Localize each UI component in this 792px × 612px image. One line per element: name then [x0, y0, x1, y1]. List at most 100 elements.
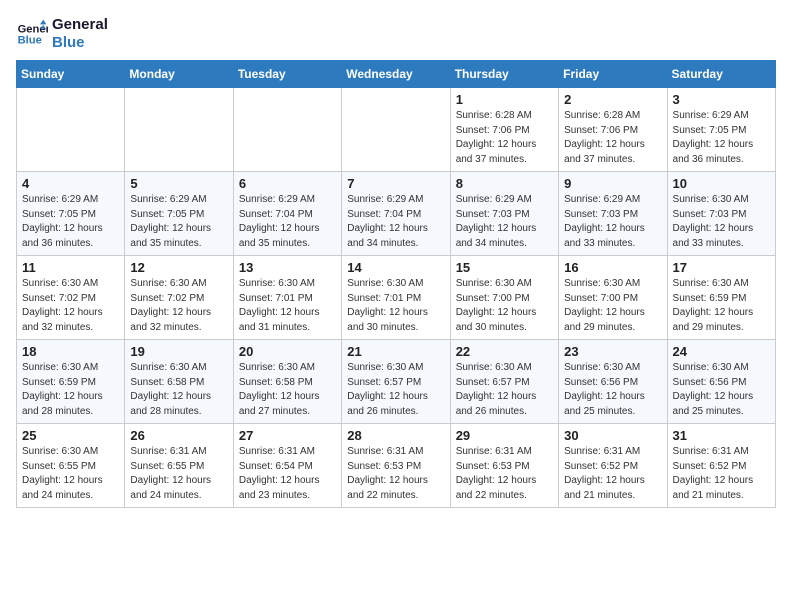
calendar-cell: 25Sunrise: 6:30 AM Sunset: 6:55 PM Dayli… — [17, 424, 125, 508]
weekday-header-wednesday: Wednesday — [342, 61, 450, 88]
calendar-cell: 10 Sunrise: 6:30 AM Sunset: 7:03 PM Dayli… — [667, 172, 775, 256]
calendar-cell: 16Sunrise: 6:30 AM Sunset: 7:00 PM Dayli… — [559, 256, 667, 340]
day-info: Sunrise: 6:30 AM Sunset: 6:59 PM Dayligh… — [22, 361, 119, 419]
day-number: 21 — [347, 344, 444, 359]
calendar-cell: 20 Sunrise: 6:30 AM Sunset: 6:58 PM Dayli… — [233, 340, 341, 424]
weekday-header-monday: Monday — [125, 61, 233, 88]
day-info: Sunrise: 6:28 AM Sunset: 7:06 PM Dayligh… — [456, 109, 553, 167]
day-number: 29 — [456, 428, 553, 443]
day-info: Sunrise: 6:30 AM Sunset: 6:55 PM Dayligh… — [22, 445, 119, 503]
day-info: Sunrise: 6:30 AM Sunset: 6:58 PM Dayligh… — [239, 361, 336, 419]
calendar-cell: 22 Sunrise: 6:30 AM Sunset: 6:57 PM Dayli… — [450, 340, 558, 424]
day-number: 10 — [673, 176, 770, 191]
day-number: 18 — [22, 344, 119, 359]
calendar-cell: 19 Sunrise: 6:30 AM Sunset: 6:58 PM Dayli… — [125, 340, 233, 424]
logo: General Blue General Blue — [16, 16, 108, 52]
day-info: Sunrise: 6:31 AM Sunset: 6:55 PM Dayligh… — [130, 445, 227, 503]
day-number: 19 — [130, 344, 227, 359]
calendar-cell: 31Sunrise: 6:31 AM Sunset: 6:52 PM Dayli… — [667, 424, 775, 508]
day-info: Sunrise: 6:29 AM Sunset: 7:04 PM Dayligh… — [347, 193, 444, 251]
day-number: 22 — [456, 344, 553, 359]
day-info: Sunrise: 6:30 AM Sunset: 6:57 PM Dayligh… — [347, 361, 444, 419]
day-info: Sunrise: 6:31 AM Sunset: 6:53 PM Dayligh… — [456, 445, 553, 503]
week-row-4: 18 Sunrise: 6:30 AM Sunset: 6:59 PM Dayli… — [17, 340, 776, 424]
day-number: 26 — [130, 428, 227, 443]
logo-general: General — [52, 16, 108, 34]
calendar-cell — [125, 88, 233, 172]
day-number: 27 — [239, 428, 336, 443]
calendar-cell: 28 Sunrise: 6:31 AM Sunset: 6:53 PM Dayli… — [342, 424, 450, 508]
day-number: 5 — [130, 176, 227, 191]
day-info: Sunrise: 6:30 AM Sunset: 6:56 PM Dayligh… — [564, 361, 661, 419]
day-number: 28 — [347, 428, 444, 443]
day-info: Sunrise: 6:31 AM Sunset: 6:52 PM Dayligh… — [564, 445, 661, 503]
day-info: Sunrise: 6:30 AM Sunset: 6:58 PM Dayligh… — [130, 361, 227, 419]
week-row-2: 4Sunrise: 6:29 AM Sunset: 7:05 PM Daylig… — [17, 172, 776, 256]
day-info: Sunrise: 6:30 AM Sunset: 7:00 PM Dayligh… — [564, 277, 661, 335]
calendar-cell: 4Sunrise: 6:29 AM Sunset: 7:05 PM Daylig… — [17, 172, 125, 256]
calendar-cell: 24Sunrise: 6:30 AM Sunset: 6:56 PM Dayli… — [667, 340, 775, 424]
calendar-cell: 1 Sunrise: 6:28 AM Sunset: 7:06 PM Daylig… — [450, 88, 558, 172]
calendar-cell — [342, 88, 450, 172]
day-number: 20 — [239, 344, 336, 359]
weekday-header-saturday: Saturday — [667, 61, 775, 88]
day-number: 7 — [347, 176, 444, 191]
day-number: 1 — [456, 92, 553, 107]
logo-blue: Blue — [52, 34, 108, 52]
day-info: Sunrise: 6:30 AM Sunset: 7:03 PM Dayligh… — [673, 193, 770, 251]
calendar-cell: 3Sunrise: 6:29 AM Sunset: 7:05 PM Daylig… — [667, 88, 775, 172]
calendar-cell: 29 Sunrise: 6:31 AM Sunset: 6:53 PM Dayli… — [450, 424, 558, 508]
weekday-header-row: SundayMondayTuesdayWednesdayThursdayFrid… — [17, 61, 776, 88]
calendar-cell: 15 Sunrise: 6:30 AM Sunset: 7:00 PM Dayli… — [450, 256, 558, 340]
day-number: 12 — [130, 260, 227, 275]
calendar-cell: 30 Sunrise: 6:31 AM Sunset: 6:52 PM Dayli… — [559, 424, 667, 508]
calendar-cell: 5 Sunrise: 6:29 AM Sunset: 7:05 PM Daylig… — [125, 172, 233, 256]
week-row-3: 11 Sunrise: 6:30 AM Sunset: 7:02 PM Dayli… — [17, 256, 776, 340]
day-info: Sunrise: 6:29 AM Sunset: 7:05 PM Dayligh… — [130, 193, 227, 251]
day-info: Sunrise: 6:28 AM Sunset: 7:06 PM Dayligh… — [564, 109, 661, 167]
calendar-cell — [233, 88, 341, 172]
day-number: 2 — [564, 92, 661, 107]
day-number: 13 — [239, 260, 336, 275]
logo-icon: General Blue — [16, 18, 48, 50]
day-number: 6 — [239, 176, 336, 191]
calendar: SundayMondayTuesdayWednesdayThursdayFrid… — [16, 60, 776, 508]
svg-text:Blue: Blue — [18, 35, 42, 47]
calendar-cell: 13 Sunrise: 6:30 AM Sunset: 7:01 PM Dayli… — [233, 256, 341, 340]
day-info: Sunrise: 6:30 AM Sunset: 7:01 PM Dayligh… — [239, 277, 336, 335]
day-number: 23 — [564, 344, 661, 359]
day-info: Sunrise: 6:30 AM Sunset: 6:56 PM Dayligh… — [673, 361, 770, 419]
week-row-1: 1 Sunrise: 6:28 AM Sunset: 7:06 PM Daylig… — [17, 88, 776, 172]
day-info: Sunrise: 6:30 AM Sunset: 7:01 PM Dayligh… — [347, 277, 444, 335]
day-number: 11 — [22, 260, 119, 275]
day-number: 9 — [564, 176, 661, 191]
calendar-cell: 17 Sunrise: 6:30 AM Sunset: 6:59 PM Dayli… — [667, 256, 775, 340]
day-info: Sunrise: 6:29 AM Sunset: 7:04 PM Dayligh… — [239, 193, 336, 251]
day-info: Sunrise: 6:31 AM Sunset: 6:53 PM Dayligh… — [347, 445, 444, 503]
header: General Blue General Blue — [16, 16, 776, 52]
day-info: Sunrise: 6:31 AM Sunset: 6:54 PM Dayligh… — [239, 445, 336, 503]
day-number: 3 — [673, 92, 770, 107]
weekday-header-sunday: Sunday — [17, 61, 125, 88]
weekday-header-thursday: Thursday — [450, 61, 558, 88]
week-row-5: 25Sunrise: 6:30 AM Sunset: 6:55 PM Dayli… — [17, 424, 776, 508]
calendar-cell: 27 Sunrise: 6:31 AM Sunset: 6:54 PM Dayli… — [233, 424, 341, 508]
weekday-header-friday: Friday — [559, 61, 667, 88]
day-number: 17 — [673, 260, 770, 275]
calendar-cell: 2 Sunrise: 6:28 AM Sunset: 7:06 PM Daylig… — [559, 88, 667, 172]
day-info: Sunrise: 6:29 AM Sunset: 7:03 PM Dayligh… — [456, 193, 553, 251]
calendar-cell — [17, 88, 125, 172]
calendar-cell: 6 Sunrise: 6:29 AM Sunset: 7:04 PM Daylig… — [233, 172, 341, 256]
calendar-cell: 26 Sunrise: 6:31 AM Sunset: 6:55 PM Dayli… — [125, 424, 233, 508]
day-info: Sunrise: 6:30 AM Sunset: 7:02 PM Dayligh… — [22, 277, 119, 335]
calendar-cell: 8Sunrise: 6:29 AM Sunset: 7:03 PM Daylig… — [450, 172, 558, 256]
day-info: Sunrise: 6:30 AM Sunset: 6:59 PM Dayligh… — [673, 277, 770, 335]
calendar-cell: 7 Sunrise: 6:29 AM Sunset: 7:04 PM Daylig… — [342, 172, 450, 256]
day-info: Sunrise: 6:30 AM Sunset: 7:00 PM Dayligh… — [456, 277, 553, 335]
calendar-cell: 23 Sunrise: 6:30 AM Sunset: 6:56 PM Dayli… — [559, 340, 667, 424]
calendar-cell: 11 Sunrise: 6:30 AM Sunset: 7:02 PM Dayli… — [17, 256, 125, 340]
weekday-header-tuesday: Tuesday — [233, 61, 341, 88]
day-info: Sunrise: 6:30 AM Sunset: 6:57 PM Dayligh… — [456, 361, 553, 419]
day-number: 30 — [564, 428, 661, 443]
day-number: 15 — [456, 260, 553, 275]
